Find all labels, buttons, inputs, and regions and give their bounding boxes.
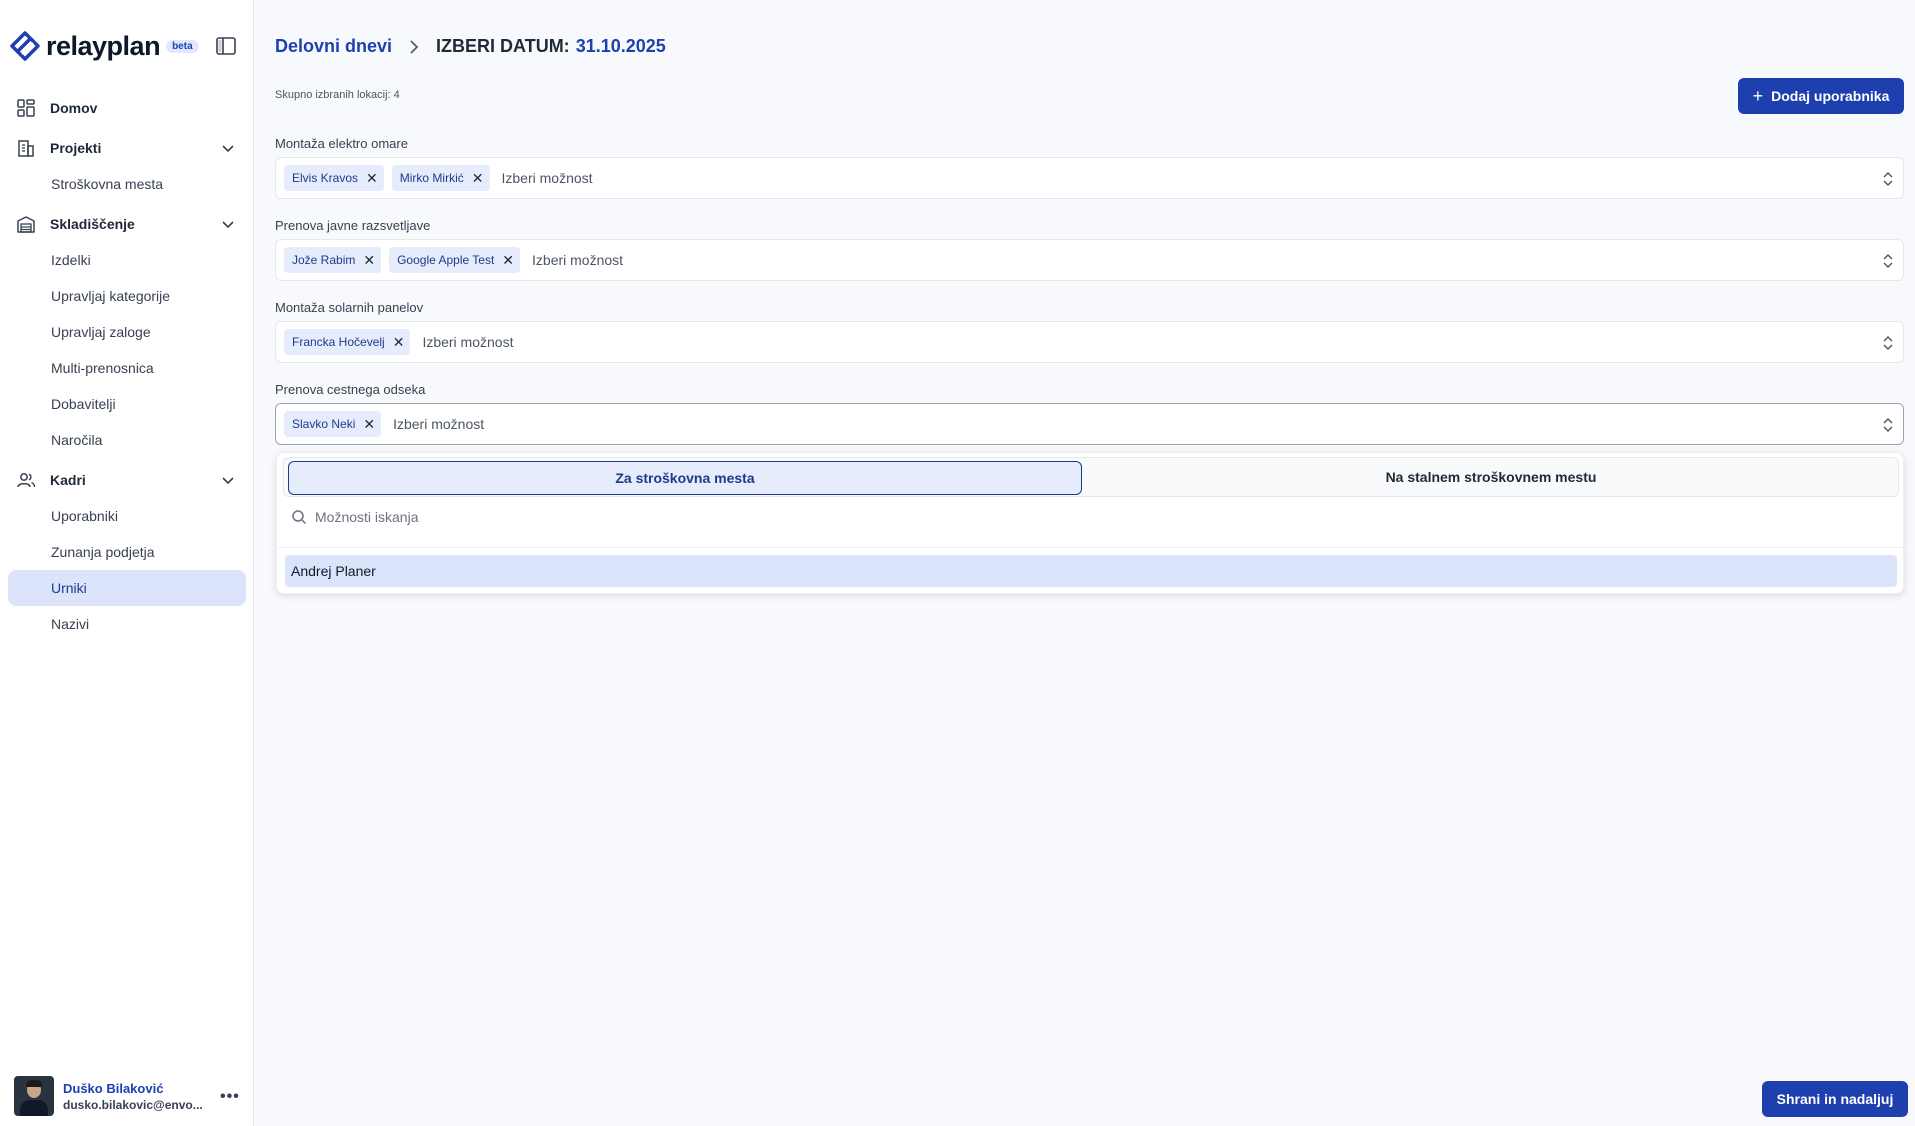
remove-chip-icon[interactable]: ✕ (502, 252, 514, 269)
selected-user-chip: Slavko Neki ✕ (284, 411, 382, 437)
save-and-continue-button[interactable]: Shrani in nadaljuj (1762, 1081, 1908, 1117)
selected-user-chip: Mirko Mirkić ✕ (391, 165, 490, 191)
dashboard-icon (17, 99, 35, 117)
select-placeholder: Izberi možnost (393, 416, 485, 432)
brand[interactable]: relayplan beta (8, 26, 199, 66)
select-placeholder: Izberi možnost (501, 170, 593, 186)
chip-label: Slavko Neki (292, 417, 356, 431)
sidebar-item-upravljaj-zaloge[interactable]: Upravljaj zaloge (8, 314, 246, 350)
add-user-button[interactable]: + Dodaj uporabnika (1738, 78, 1904, 114)
remove-chip-icon[interactable]: ✕ (393, 334, 405, 351)
chevron-updown-icon (1883, 336, 1893, 350)
breadcrumb: Delovni dnevi IZBERI DATUM: 31.10.2025 (275, 36, 666, 57)
sidebar-group-label: Kadri (50, 472, 86, 488)
remove-chip-icon[interactable]: ✕ (366, 170, 378, 187)
more-options-icon[interactable]: ••• (220, 1088, 240, 1106)
sidebar-item-dobavitelji[interactable]: Dobavitelji (8, 386, 246, 422)
breadcrumb-link-delovni-dnevi[interactable]: Delovni dnevi (275, 36, 392, 57)
dropdown-search (291, 509, 915, 525)
search-input[interactable] (315, 509, 915, 525)
chip-label: Jože Rabim (292, 253, 356, 267)
select-placeholder: Izberi možnost (532, 252, 624, 268)
chip-label: Francka Hočevelj (292, 335, 385, 349)
chip-label: Mirko Mirkić (399, 171, 464, 185)
select-placeholder: Izberi možnost (422, 334, 514, 350)
location-select[interactable]: Slavko Neki ✕ Izberi možnost (275, 403, 1904, 445)
sidebar: relayplan beta Domov Projekti Stroškovna… (0, 0, 254, 1126)
user-options-dropdown: Za stroškovna mesta Na stalnem stroškovn… (276, 452, 1905, 594)
chevron-updown-icon (1883, 418, 1893, 432)
location-label: Montaža elektro omare (275, 136, 408, 151)
chevron-down-icon[interactable] (220, 472, 236, 488)
remove-chip-icon[interactable]: ✕ (363, 416, 375, 433)
chevron-updown-icon (1883, 172, 1893, 186)
location-label: Prenova cestnega odseka (275, 382, 426, 397)
location-label: Montaža solarnih panelov (275, 300, 424, 315)
sidebar-nav: Domov Projekti Stroškovna mesta Skladišč… (8, 90, 246, 642)
search-icon (292, 510, 307, 525)
brand-name: relayplan (46, 30, 161, 61)
sidebar-item-zunanja-podjetja[interactable]: Zunanja podjetja (8, 534, 246, 570)
selected-user-chip: Jože Rabim ✕ (284, 247, 382, 273)
location-select[interactable]: Francka Hočevelj ✕ Izberi možnost (275, 321, 1904, 363)
user-profile[interactable]: Duško Bilaković dusko.bilakovic@envo... … (14, 1076, 240, 1116)
users-icon (17, 473, 36, 488)
avatar (14, 1076, 54, 1116)
sidebar-item-izdelki[interactable]: Izdelki (8, 242, 246, 278)
tab-za-stroskovna-mesta[interactable]: Za stroškovna mesta (288, 461, 1082, 495)
sidebar-item-multi-prenosnica[interactable]: Multi-prenosnica (8, 350, 246, 386)
sidebar-toggle-icon[interactable] (215, 35, 237, 57)
user-email: dusko.bilakovic@envo... (63, 1097, 203, 1112)
chevron-down-icon[interactable] (220, 216, 236, 232)
sidebar-group-kadri[interactable]: Kadri (8, 462, 246, 498)
warehouse-icon (17, 216, 35, 233)
sidebar-group-skladiscenje[interactable]: Skladiščenje (8, 206, 246, 242)
tab-na-stalnem-stroskovnem-mestu[interactable]: Na stalnem stroškovnem mestu (1083, 457, 1899, 497)
sidebar-item-label: Domov (50, 100, 98, 116)
sidebar-item-urniki[interactable]: Urniki (8, 570, 246, 606)
chevron-down-icon[interactable] (220, 140, 236, 156)
sidebar-item-stroskovna-mesta[interactable]: Stroškovna mesta (8, 166, 246, 202)
sidebar-item-uporabniki[interactable]: Uporabniki (8, 498, 246, 534)
selected-user-chip: Francka Hočevelj ✕ (284, 329, 411, 355)
chevron-right-icon (410, 39, 419, 54)
plus-icon: + (1752, 85, 1764, 106)
sidebar-item-nazivi[interactable]: Nazivi (8, 606, 246, 642)
location-label: Prenova javne razsvetljave (275, 218, 431, 233)
selected-user-chip: Elvis Kravos ✕ (284, 165, 384, 191)
relayplan-logo-icon (10, 31, 40, 61)
chip-label: Elvis Kravos (292, 171, 359, 185)
dropdown-option[interactable]: Andrej Planer (285, 555, 1897, 587)
cost-center-segmented-control: Za stroškovna mesta Na stalnem stroškovn… (283, 457, 1899, 497)
selected-user-chip: Google Apple Test ✕ (389, 247, 521, 273)
page-title: IZBERI DATUM: (436, 36, 570, 56)
user-name: Duško Bilaković (63, 1080, 164, 1096)
divider (277, 547, 1905, 548)
beta-badge: beta (166, 39, 199, 53)
selected-date: 31.10.2025 (575, 36, 666, 56)
add-user-label: Dodaj uporabnika (1771, 88, 1890, 104)
sidebar-item-upravljaj-kategorije[interactable]: Upravljaj kategorije (8, 278, 246, 314)
chevron-updown-icon (1883, 254, 1893, 268)
chip-label: Google Apple Test (397, 253, 495, 267)
location-select[interactable]: Jože Rabim ✕ Google Apple Test ✕ Izberi mo… (275, 239, 1904, 281)
sidebar-item-domov[interactable]: Domov (8, 90, 246, 126)
location-select[interactable]: Elvis Kravos ✕ Mirko Mirkić ✕ Izberi možno… (275, 157, 1904, 199)
building-icon (18, 140, 34, 157)
sidebar-group-label: Skladiščenje (50, 216, 135, 232)
sidebar-group-label: Projekti (50, 140, 102, 156)
remove-chip-icon[interactable]: ✕ (363, 252, 375, 269)
sidebar-group-projekti[interactable]: Projekti (8, 130, 246, 166)
total-locations-text: Skupno izbranih lokacij: 4 (275, 89, 400, 101)
remove-chip-icon[interactable]: ✕ (472, 170, 484, 187)
sidebar-item-narocila[interactable]: Naročila (8, 422, 246, 458)
